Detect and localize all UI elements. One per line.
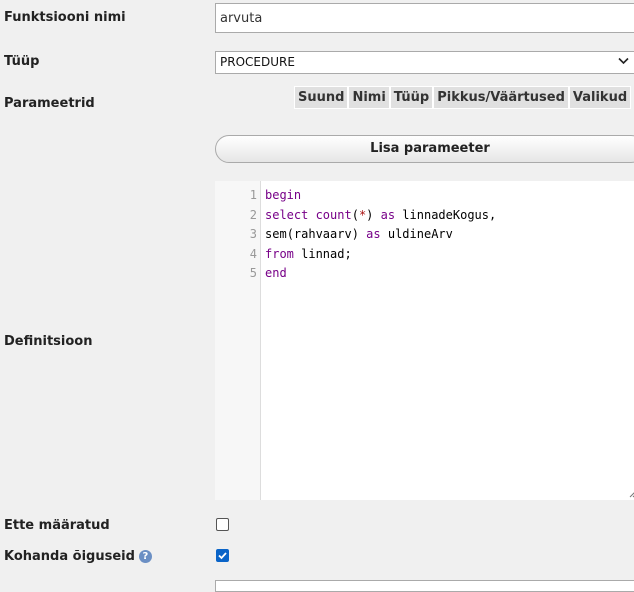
line-number: 5 — [249, 266, 257, 280]
code-token: count — [315, 207, 352, 222]
type-label: Tüüp — [4, 54, 40, 69]
code-token: select — [265, 207, 316, 222]
predetermined-checkbox[interactable] — [216, 518, 229, 531]
param-col-direction: Suund — [294, 86, 349, 109]
code-token: ( — [351, 207, 359, 222]
adjust-privileges-label: Kohanda õiguseid — [4, 549, 135, 564]
param-col-options: Valikud — [568, 86, 632, 109]
parameters-label: Parameetrid — [4, 96, 95, 111]
line-number: 4 — [249, 246, 257, 261]
predetermined-label: Ette määratud — [4, 518, 110, 533]
code-token: linnad; — [293, 246, 352, 261]
param-col-type: Tüüp — [389, 86, 434, 109]
param-col-length-values: Pikkus/Väärtused — [433, 86, 569, 109]
next-field[interactable] — [215, 580, 634, 592]
chevron-down-icon — [618, 54, 629, 68]
line-number: 3 — [249, 227, 257, 241]
param-col-name: Nimi — [348, 86, 390, 109]
add-parameter-button[interactable]: Lisa parameeter — [215, 135, 634, 163]
code-line: sem(rahvaarv) as uldineArv — [265, 224, 453, 244]
code-line: select count(*) as linnadeKogus, — [265, 205, 496, 225]
code-token: uldineArv — [380, 227, 453, 241]
function-name-input[interactable] — [215, 3, 634, 33]
code-line: begin — [265, 185, 301, 205]
adjust-privileges-row: Kohanda õiguseid? — [4, 549, 152, 564]
code-token: as — [366, 227, 381, 241]
code-token: end — [265, 266, 287, 280]
line-number: 1 — [249, 188, 257, 202]
code-token: begin — [265, 188, 302, 202]
code-token: ) — [366, 207, 381, 222]
code-line: from linnad; — [265, 244, 352, 264]
function-name-label: Funktsiooni nimi — [4, 10, 126, 25]
checkmark-icon — [218, 552, 227, 560]
code-line: end — [265, 263, 287, 283]
resize-handle-icon[interactable] — [628, 488, 634, 498]
adjust-privileges-checkbox[interactable] — [216, 549, 229, 562]
type-select[interactable]: PROCEDURE — [215, 51, 634, 74]
code-token: sem — [265, 227, 287, 241]
code-token: from — [265, 246, 294, 261]
type-select-value: PROCEDURE — [220, 55, 295, 69]
line-number: 2 — [249, 207, 257, 222]
code-editor[interactable]: 1 begin 2 select count(*) as linnadeKogus, 3… — [215, 181, 634, 500]
help-icon[interactable]: ? — [138, 550, 152, 563]
code-token: linnadeKogus, — [395, 207, 497, 222]
code-token: (rahvaarv) — [286, 227, 367, 241]
parameters-table-header: Suund Nimi Tüüp Pikkus/Väärtused Valikud — [294, 86, 632, 109]
code-token: as — [380, 207, 396, 222]
definition-label: Definitsioon — [4, 334, 93, 349]
